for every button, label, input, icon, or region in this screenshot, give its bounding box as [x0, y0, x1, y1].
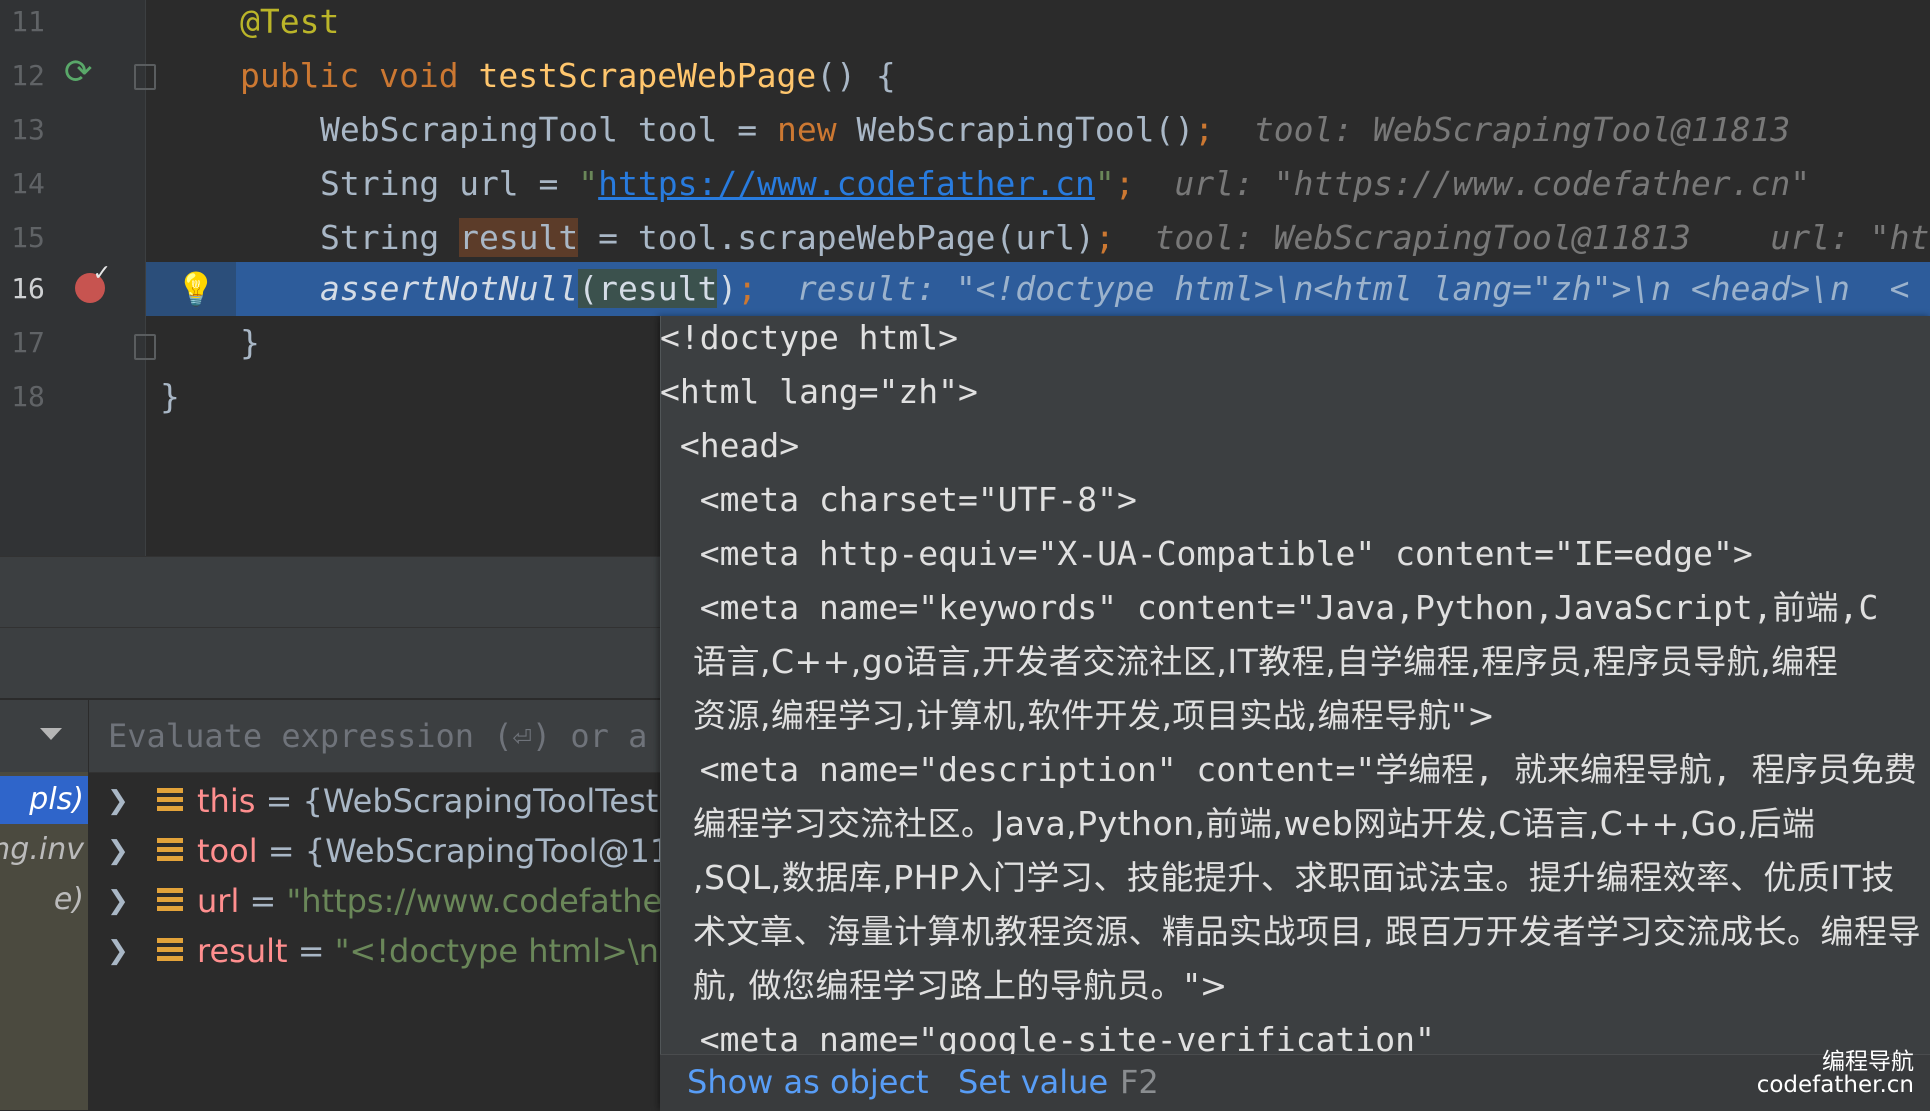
code-line-12: public void testScrapeWebPage() { [240, 49, 896, 103]
set-value-link[interactable]: Set value [958, 1054, 1108, 1110]
popup-line: <!doctype html> [660, 318, 959, 357]
frame-item[interactable]: ng.inv [0, 826, 88, 874]
frame-item[interactable]: e) [0, 876, 88, 924]
value-popup-content[interactable]: <!doctype html> <html lang="zh"> <head> … [660, 316, 1930, 1054]
breakpoint-icon[interactable] [75, 261, 111, 303]
semicolon: ; [1114, 164, 1135, 203]
variable-row[interactable]: ❯ tool = {WebScrapingTool@118 [89, 826, 660, 876]
code-text: WebScrapingTool tool = [320, 110, 777, 149]
variable-name: result [459, 218, 579, 257]
variable-value: "<!doctype html>\n< [334, 932, 660, 970]
inline-debug-hint: result: "<!doctype html>\n<html lang="zh… [796, 269, 1910, 308]
variable-row[interactable]: ❯ url = "https://www.codefathe [89, 876, 660, 926]
url-link[interactable]: https://www.codefather.cn [598, 164, 1095, 203]
line-number: 14 [11, 167, 45, 200]
popup-line: <meta charset="UTF-8"> [660, 480, 1137, 519]
argument: result [598, 269, 718, 308]
paren: ( [578, 269, 599, 308]
variable-name: this [197, 782, 256, 820]
paren: ) [717, 269, 738, 308]
equals: = [257, 832, 305, 870]
code-text: String url = [320, 164, 579, 203]
inline-debug-hint: tool: WebScrapingTool@11813 url: "ht [1154, 218, 1930, 257]
variable-value: {WebScrapingTool@118 [304, 832, 660, 870]
field-icon [157, 838, 183, 862]
method-name: testScrapeWebPage [478, 56, 817, 95]
semicolon: ; [1094, 218, 1115, 257]
popup-line: <head> [660, 426, 800, 465]
variable-name: result [197, 932, 288, 970]
popup-line: 编程学习交流社区。Java,Python,前端,web网站开发,C语言,C++,… [660, 804, 1816, 843]
code-line-17: } [240, 323, 260, 362]
popup-line: <meta http-equiv="X-UA-Compatible" conte… [660, 534, 1753, 573]
line-number: 17 [11, 326, 45, 359]
string-quote: " [578, 164, 599, 203]
watermark-url: codefather.cn [1756, 1072, 1914, 1098]
code-text: () { [816, 56, 896, 95]
method-call: assertNotNull [320, 269, 579, 308]
frame-item[interactable]: pls) [0, 776, 88, 824]
equals: = [239, 882, 287, 920]
code-text: WebScrapingTool() [836, 110, 1195, 149]
line-number: 11 [11, 5, 45, 38]
field-icon [157, 888, 183, 912]
equals: = [255, 782, 303, 820]
popup-line: <meta name="google-site-verification" [660, 1020, 1435, 1054]
string-quote: " [1094, 164, 1115, 203]
chevron-right-icon[interactable]: ❯ [107, 876, 129, 926]
fold-marker-icon[interactable] [134, 64, 156, 90]
code-line-15: String result = tool.scrapeWebPage(url);… [320, 211, 1929, 265]
code-line-14: String url = "https://www.codefather.cn"… [320, 157, 1810, 211]
code-line-18: } [160, 377, 180, 416]
show-as-object-link[interactable]: Show as object [687, 1054, 929, 1110]
chevron-right-icon[interactable]: ❯ [107, 926, 129, 976]
lightbulb-icon[interactable]: 💡 [176, 262, 216, 316]
debug-toolbar [0, 556, 660, 627]
code-text: = tool.scrapeWebPage(url) [578, 218, 1095, 257]
inline-debug-hint: tool: WebScrapingTool@11813 [1253, 110, 1791, 149]
variable-name: url [197, 882, 240, 920]
debug-subtoolbar [0, 627, 660, 698]
code-line-13: WebScrapingTool tool = new WebScrapingTo… [320, 103, 1790, 157]
watermark-title: 编程导航 [1822, 1049, 1914, 1075]
popup-line: 航, 做您编程学习路上的导航员。"> [660, 966, 1228, 1005]
run-test-icon[interactable]: ⟳ [64, 52, 104, 92]
variable-row[interactable]: ❯ result = "<!doctype html>\n< [89, 926, 660, 976]
equals: = [287, 932, 335, 970]
chevron-right-icon[interactable]: ❯ [107, 776, 129, 826]
popup-line: 资源,编程学习,计算机,软件开发,项目实战,编程导航"> [660, 696, 1496, 735]
keyword: public [240, 56, 360, 95]
popup-line: <meta name="keywords" content="Java,Pyth… [660, 588, 1879, 627]
keyword: new [776, 110, 837, 149]
semicolon: ; [1194, 110, 1215, 149]
popup-line: <meta name="description" content="学编程, 就… [660, 750, 1917, 789]
field-icon [157, 938, 183, 962]
variable-row[interactable]: ❯ this = {WebScrapingToolTest@ [89, 776, 660, 826]
inline-debug-hint: url: "https://www.codefather.cn" [1174, 164, 1811, 203]
chevron-right-icon[interactable]: ❯ [107, 826, 129, 876]
variable-name: tool [197, 832, 258, 870]
code-text: String [320, 218, 460, 257]
shortcut-hint: F2 [1120, 1063, 1159, 1101]
code-annotation: @Test [240, 2, 340, 41]
semicolon: ; [737, 269, 758, 308]
fold-marker-icon[interactable] [134, 334, 156, 360]
line-number: 18 [11, 380, 45, 413]
popup-line: 术文章、海量计算机教程资源、精品实战项目, 跟百万开发者学习交流成长。编程导 [660, 912, 1921, 951]
line-number: 13 [11, 113, 45, 146]
chevron-down-icon[interactable] [40, 728, 62, 740]
keyword: void [379, 56, 459, 95]
popup-line: <html lang="zh"> [660, 372, 978, 411]
variable-value: "https://www.codefathe [286, 882, 660, 920]
line-number: 12 [11, 59, 45, 92]
popup-line: ,SQL,数据库,PHP入门学习、技能提升、求职面试法宝。提升编程效率、优质IT… [660, 858, 1895, 897]
evaluate-expression-placeholder: Evaluate expression (⏎) or a [108, 717, 648, 755]
field-icon [157, 788, 183, 812]
code-line-16: assertNotNull(result); result: "<!doctyp… [320, 262, 1909, 316]
line-number: 15 [11, 221, 45, 254]
popup-line: 语言,C++,go语言,开发者交流社区,IT教程,自学编程,程序员,程序员导航,… [660, 642, 1839, 681]
variable-value: {WebScrapingToolTest@ [302, 782, 660, 820]
line-number: 16 [11, 272, 45, 305]
